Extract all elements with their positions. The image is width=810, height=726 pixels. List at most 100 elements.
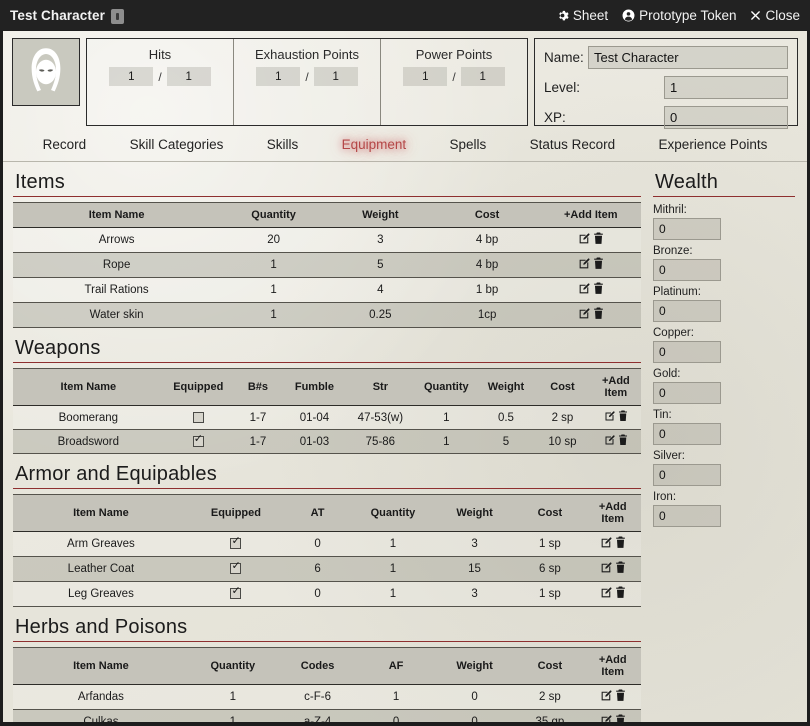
stat-exhaustion-separator: / (305, 69, 309, 84)
stat-exhaustion-current[interactable] (256, 67, 301, 86)
equipped-checkbox[interactable] (192, 411, 204, 423)
close-button[interactable]: Close (750, 8, 800, 23)
wealth-iron-label: Iron: (653, 491, 677, 503)
armor-add-item-button[interactable]: +Add Item (584, 494, 641, 532)
equipped-checkbox[interactable] (230, 585, 242, 600)
trash-icon[interactable] (615, 536, 626, 549)
weapons-add-item-button[interactable]: +Add Item (590, 368, 641, 406)
edit-icon[interactable] (600, 714, 613, 722)
armor-at: 0 (283, 531, 353, 557)
avatar[interactable] (12, 38, 80, 106)
trash-icon[interactable] (593, 257, 604, 270)
tab-record[interactable]: Record (21, 135, 108, 154)
herbs-add-item-button[interactable]: +Add Item (584, 647, 641, 685)
herb-codes: a-Z-4 (276, 709, 359, 722)
wealth-tin-input[interactable] (653, 423, 721, 445)
window-titlebar: Test Character Sheet Prototype Token Clo… (0, 0, 810, 30)
items-add-item-button[interactable]: +Add Item (540, 202, 641, 228)
tab-spells[interactable]: Spells (428, 135, 508, 154)
herbs-col-item-name: Item Name (13, 647, 189, 685)
wealth-platinum: Platinum: (653, 286, 721, 322)
equipment-content: Items Item Name Quantity Weight Cost +Ad… (3, 162, 807, 722)
tab-skills[interactable]: Skills (245, 135, 320, 154)
armor-weight: 15 (433, 556, 516, 582)
table-row: Water skin 1 0.25 1cp (13, 302, 641, 328)
weapons-col-quantity: Quantity (414, 368, 478, 406)
wealth-mithril-input[interactable] (653, 218, 721, 240)
trash-icon[interactable] (593, 232, 604, 245)
stat-hits-current[interactable] (109, 67, 154, 86)
stat-power-current[interactable] (403, 67, 448, 86)
tab-experience-points[interactable]: Experience Points (637, 135, 789, 154)
armor-cost: 1 sp (515, 581, 585, 607)
equipped-checkbox[interactable] (192, 433, 204, 447)
trash-icon[interactable] (618, 410, 628, 422)
stat-power-label: Power Points (415, 47, 493, 62)
wealth-bronze: Bronze: (653, 245, 721, 281)
hooded-figure-avatar-icon (31, 48, 61, 92)
stat-power-max[interactable] (460, 67, 505, 86)
xp-input[interactable] (664, 106, 788, 129)
weapon-name: Broadsword (13, 429, 164, 454)
trash-icon[interactable] (618, 434, 628, 446)
wealth-gold-label: Gold: (653, 368, 681, 380)
sheet-button[interactable]: Sheet (556, 8, 608, 23)
tab-status-record[interactable]: Status Record (508, 135, 637, 154)
edit-icon[interactable] (600, 586, 613, 599)
edit-icon[interactable] (578, 282, 591, 295)
stat-exhaustion-max[interactable] (313, 67, 358, 86)
trash-icon[interactable] (615, 561, 626, 574)
armor-weight: 3 (433, 581, 516, 607)
herb-actions (584, 709, 641, 722)
level-row: Level: (544, 76, 788, 99)
wealth-silver-input[interactable] (653, 464, 721, 486)
wealth-bronze-input[interactable] (653, 259, 721, 281)
edit-icon[interactable] (600, 536, 613, 549)
armor-col-item-name: Item Name (13, 494, 189, 532)
edit-icon[interactable] (600, 561, 613, 574)
level-input[interactable] (664, 76, 788, 99)
armor-cost: 6 sp (515, 556, 585, 582)
edit-icon[interactable] (578, 257, 591, 270)
equipped-checkbox[interactable] (230, 560, 242, 575)
trash-icon[interactable] (593, 307, 604, 320)
prototype-token-button[interactable]: Prototype Token (622, 8, 736, 23)
item-weight: 3 (326, 227, 434, 253)
name-input[interactable] (588, 46, 788, 69)
armor-table: Item Name Equipped AT Quantity Weight Co… (13, 494, 641, 607)
weapon-cost: 2 sp (534, 405, 591, 430)
weapon-str: 75-86 (345, 429, 415, 454)
trash-icon[interactable] (615, 586, 626, 599)
weapon-quantity: 1 (414, 429, 478, 454)
wealth-platinum-label: Platinum: (653, 286, 701, 298)
herb-name: Arfandas (13, 684, 189, 710)
wealth-iron-input[interactable] (653, 505, 721, 527)
edit-icon[interactable] (578, 307, 591, 320)
herbs-col-af: AF (358, 647, 434, 685)
stat-hits-max[interactable] (166, 67, 211, 86)
wealth-platinum-input[interactable] (653, 300, 721, 322)
trash-icon[interactable] (593, 282, 604, 295)
edit-icon[interactable] (600, 689, 613, 702)
trash-icon[interactable] (615, 714, 626, 722)
wealth-gold-input[interactable] (653, 382, 721, 404)
tab-skill-categories[interactable]: Skill Categories (108, 135, 245, 154)
armor-actions (584, 556, 641, 582)
gear-icon (556, 9, 569, 22)
sheet-button-label: Sheet (572, 7, 609, 23)
trash-icon[interactable] (615, 689, 626, 702)
herb-name: Culkas (13, 709, 189, 722)
tab-equipment[interactable]: Equipment (320, 135, 428, 154)
edit-icon[interactable] (604, 434, 616, 446)
weapons-col-bs: B#s (232, 368, 284, 406)
stat-exhaustion-label: Exhaustion Points (254, 47, 360, 62)
table-row: Arfandas 1 c-F-6 1 0 2 sp (13, 684, 641, 710)
item-weight: 0.25 (326, 302, 434, 328)
edit-icon[interactable] (604, 410, 616, 422)
wealth-copper-input[interactable] (653, 341, 721, 363)
weapons-section-title: Weapons (13, 334, 641, 363)
herb-af: 0 (358, 709, 434, 722)
item-name: Trail Rations (13, 277, 221, 303)
edit-icon[interactable] (578, 232, 591, 245)
equipped-checkbox[interactable] (230, 535, 242, 550)
